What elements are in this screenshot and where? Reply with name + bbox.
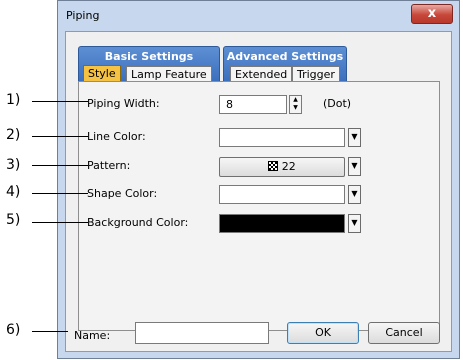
callout-2: 2) — [6, 127, 21, 143]
shape-color-dropdown[interactable]: ▼ — [348, 185, 361, 204]
dialog-client-area: Basic Settings Style Lamp Feature Advanc… — [65, 31, 452, 352]
pattern-value: 22 — [281, 160, 296, 173]
chevron-down-icon: ▼ — [351, 161, 358, 170]
callout-4: 4) — [6, 184, 21, 200]
line-color-dropdown[interactable]: ▼ — [348, 128, 361, 147]
tab-group-advanced-label: Advanced Settings — [226, 50, 344, 63]
tab-extended[interactable]: Extended — [230, 66, 293, 82]
tab-group-basic-label: Basic Settings — [104, 50, 194, 63]
line-color-label: Line Color: — [87, 130, 146, 143]
close-button[interactable]: x — [411, 4, 453, 24]
pattern-dropdown[interactable]: ▼ — [348, 157, 361, 176]
callout-leader-6 — [32, 331, 68, 332]
checker-pattern-icon — [268, 161, 279, 171]
callout-leader-1 — [32, 101, 88, 102]
ok-button[interactable]: OK — [287, 322, 359, 344]
pattern-label: Pattern: — [87, 159, 131, 172]
background-color-swatch[interactable] — [219, 214, 345, 233]
piping-width-value: 8 — [226, 98, 233, 111]
piping-width-stepper[interactable]: ▲ ▼ — [289, 95, 302, 114]
background-color-label: Background Color: — [87, 216, 189, 229]
name-input[interactable] — [135, 322, 269, 344]
stepper-up-icon[interactable]: ▲ — [290, 96, 301, 104]
name-label: Name: — [74, 329, 111, 342]
tab-lamp-feature[interactable]: Lamp Feature — [126, 66, 212, 82]
shape-color-swatch[interactable] — [219, 185, 345, 204]
pattern-button[interactable]: 22 — [219, 157, 345, 177]
tab-group-basic-settings: Basic Settings Style Lamp Feature — [78, 46, 220, 82]
background-color-dropdown[interactable]: ▼ — [348, 214, 361, 233]
callout-leader-4 — [32, 193, 88, 194]
tab-trigger[interactable]: Trigger — [292, 66, 340, 82]
shape-color-label: Shape Color: — [87, 187, 158, 200]
callout-5: 5) — [6, 212, 21, 228]
close-icon: x — [427, 6, 437, 21]
chevron-down-icon: ▼ — [351, 132, 358, 141]
piping-width-unit: (Dot) — [323, 97, 352, 110]
callout-leader-5 — [32, 222, 88, 223]
tab-group-advanced-settings: Advanced Settings Extended Trigger — [223, 46, 347, 82]
line-color-swatch[interactable] — [219, 128, 345, 147]
chevron-down-icon: ▼ — [351, 218, 358, 227]
callout-1: 1) — [6, 92, 21, 108]
stepper-down-icon[interactable]: ▼ — [290, 104, 301, 112]
callout-6: 6) — [6, 322, 21, 338]
callout-3: 3) — [6, 157, 21, 173]
chevron-down-icon: ▼ — [351, 189, 358, 198]
piping-width-label: Piping Width: — [87, 97, 160, 110]
title-bar: Piping x — [58, 1, 459, 31]
tab-style[interactable]: Style — [83, 65, 121, 82]
cancel-button[interactable]: Cancel — [368, 322, 440, 344]
callout-leader-2 — [32, 136, 88, 137]
piping-dialog: Piping x Basic Settings Style Lamp Featu… — [57, 0, 460, 359]
callout-leader-3 — [32, 165, 88, 166]
window-title: Piping — [66, 9, 100, 22]
piping-width-input[interactable]: 8 — [219, 95, 287, 114]
style-panel: Piping Width: 8 ▲ ▼ (Dot) Line Color: ▼ … — [78, 81, 440, 331]
